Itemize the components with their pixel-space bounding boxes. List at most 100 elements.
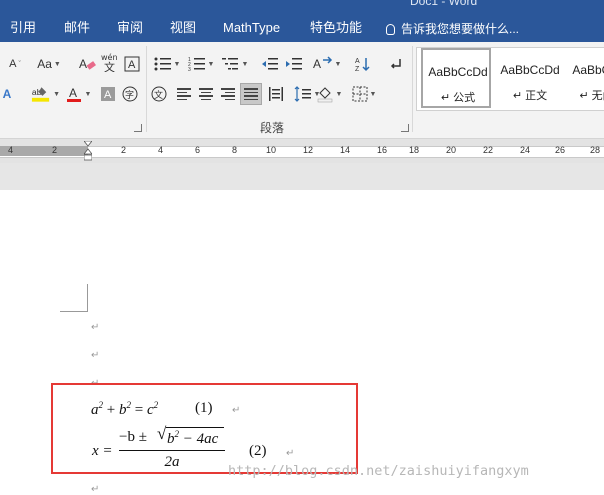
bullets-button[interactable]: ▼	[152, 54, 182, 74]
svg-text:Z: Z	[355, 66, 360, 72]
multilevel-list-button[interactable]: ▼	[220, 54, 250, 74]
style-name: ↵ 公式	[440, 92, 476, 104]
ruler-number: 10	[266, 145, 277, 155]
fraction-bar	[119, 450, 225, 451]
font-color-button[interactable]: A ▼	[64, 84, 92, 104]
svg-text:3: 3	[188, 67, 191, 72]
paragraph-mark: ↵	[232, 405, 241, 416]
var-a: a	[91, 402, 99, 418]
ruler-number: 26	[555, 145, 566, 155]
tell-me-search[interactable]: 告诉我您想要做什么...	[386, 20, 519, 37]
page-corner-mark	[60, 284, 88, 312]
group-separator	[412, 46, 413, 132]
ruler-number: 2	[52, 145, 58, 155]
borders-button[interactable]: ▼	[350, 84, 378, 104]
ribbon-tab-bar: Doc1 - Word 引用 邮件 审阅 视图 MathType 特色功能 告诉…	[0, 0, 604, 42]
decrease-indent-icon[interactable]	[260, 54, 280, 74]
style-formula[interactable]: AaBbCcDd ↵ 公式	[421, 48, 491, 108]
ruler-number: 2	[121, 145, 127, 155]
distributed-icon[interactable]	[266, 84, 286, 104]
paragraph-mark: ↵	[91, 484, 100, 495]
enclose-characters-icon[interactable]: 字	[120, 84, 140, 104]
style-name: ↵ 正文	[512, 90, 548, 102]
window-title: Doc1 - Word	[410, 0, 478, 8]
font-dialog-launcher[interactable]	[134, 124, 142, 132]
horizontal-ruler[interactable]: 4 2 2 4 6 8 10 12 14 16 18 20 22 24 26 2…	[0, 139, 604, 163]
equation-2-lhs: x =	[92, 443, 113, 459]
svg-text:A: A	[104, 89, 112, 101]
style-name: ↵ 无间隔	[579, 90, 604, 102]
numerator-prefix: −b ±	[119, 429, 147, 445]
tab-mailings[interactable]: 邮件	[64, 20, 90, 36]
exponent: 2	[153, 400, 159, 410]
change-case-label: Aa	[37, 57, 52, 71]
radicand-b: b	[167, 431, 175, 447]
svg-text:A: A	[128, 59, 136, 71]
ruler-number: 24	[520, 145, 531, 155]
radicand: b2 − 4ac	[167, 429, 218, 448]
clear-formatting-icon[interactable]: A	[76, 54, 98, 74]
equation-1[interactable]: a2 + b2 = c2	[91, 400, 158, 419]
var-c: c	[146, 402, 154, 418]
show-hide-marks-icon[interactable]	[386, 54, 406, 74]
styles-gallery: AaBbCcDd ↵ 公式 AaBbCcDd ↵ 正文 AaBbCcDd ↵ 无…	[416, 47, 604, 111]
svg-text:A: A	[79, 57, 87, 71]
align-right-icon[interactable]	[218, 84, 238, 104]
svg-text:文: 文	[154, 89, 163, 101]
ruler-number: 4	[158, 145, 164, 155]
sqrt-symbol-icon: √	[157, 424, 167, 443]
sqrt-bar	[166, 427, 224, 428]
ruler-number: 16	[377, 145, 388, 155]
tell-me-text: 告诉我您想要做什么...	[401, 22, 520, 36]
style-sample: AaBbCcDd	[572, 63, 604, 77]
tab-mathtype[interactable]: MathType	[223, 20, 280, 36]
style-sample: AaBbCcDd	[500, 63, 560, 77]
tab-view[interactable]: 视图	[170, 20, 196, 36]
align-center-icon[interactable]	[196, 84, 216, 104]
page-gap	[0, 163, 604, 190]
paragraph-mark: ↵	[91, 350, 100, 361]
ruler-number: 28	[590, 145, 601, 155]
watermark-url: http://blog.csdn.net/zaishuiyifangxym	[228, 463, 529, 479]
equation-2-fraction[interactable]: −b ± √ b2 − 4ac 2a	[119, 424, 225, 474]
numbering-button[interactable]: 1 2 3 ▼	[186, 54, 216, 74]
character-border-icon[interactable]: A	[122, 54, 142, 74]
change-case-button[interactable]: Aa ▼	[32, 54, 66, 74]
sort-icon[interactable]: AZ	[352, 54, 374, 74]
paragraph-mark: ↵	[286, 448, 295, 459]
phonetic-guide-button[interactable]: wén 文	[100, 52, 120, 72]
svg-text:字: 字	[125, 89, 134, 101]
lightbulb-icon	[386, 24, 395, 35]
character-shading-icon[interactable]: A	[98, 84, 118, 104]
increase-indent-icon[interactable]	[284, 54, 304, 74]
svg-text:A: A	[313, 57, 321, 71]
ruler-number: 4	[8, 145, 14, 155]
group-separator	[146, 46, 147, 132]
tab-references[interactable]: 引用	[10, 20, 36, 36]
shrink-font-button[interactable]: Aˇ	[4, 54, 26, 74]
ruler-number: 18	[409, 145, 420, 155]
style-normal[interactable]: AaBbCcDd ↵ 正文	[495, 48, 565, 108]
style-no-spacing[interactable]: AaBbCcDd ↵ 无间隔	[567, 48, 604, 108]
asian-layout-icon[interactable]: 文	[150, 84, 168, 104]
ruler-number: 12	[303, 145, 314, 155]
align-left-icon[interactable]	[174, 84, 194, 104]
paragraph-dialog-launcher[interactable]	[401, 124, 409, 132]
text-effects-icon[interactable]: A	[0, 84, 14, 104]
chinese-layout-button[interactable]: A ▼	[312, 54, 342, 74]
highlight-color-button[interactable]: ab ▼	[30, 84, 60, 104]
tab-review[interactable]: 审阅	[117, 20, 143, 36]
equation-2-number: (2)	[249, 443, 267, 459]
ruler-left-margin	[0, 146, 88, 156]
indent-marker-icon[interactable]	[84, 141, 92, 161]
equation-1-number: (1)	[195, 400, 213, 416]
svg-text:A: A	[355, 58, 360, 65]
shading-button[interactable]: ▼	[314, 84, 344, 104]
radicand-rest: − 4ac	[179, 431, 219, 447]
ruler-number: 6	[195, 145, 201, 155]
fraction-numerator: −b ± √ b2 − 4ac	[119, 424, 225, 448]
justify-icon[interactable]	[240, 83, 262, 105]
svg-text:文: 文	[104, 60, 115, 72]
style-sample: AaBbCcDd	[428, 65, 488, 79]
tab-special-features[interactable]: 特色功能	[310, 20, 362, 36]
